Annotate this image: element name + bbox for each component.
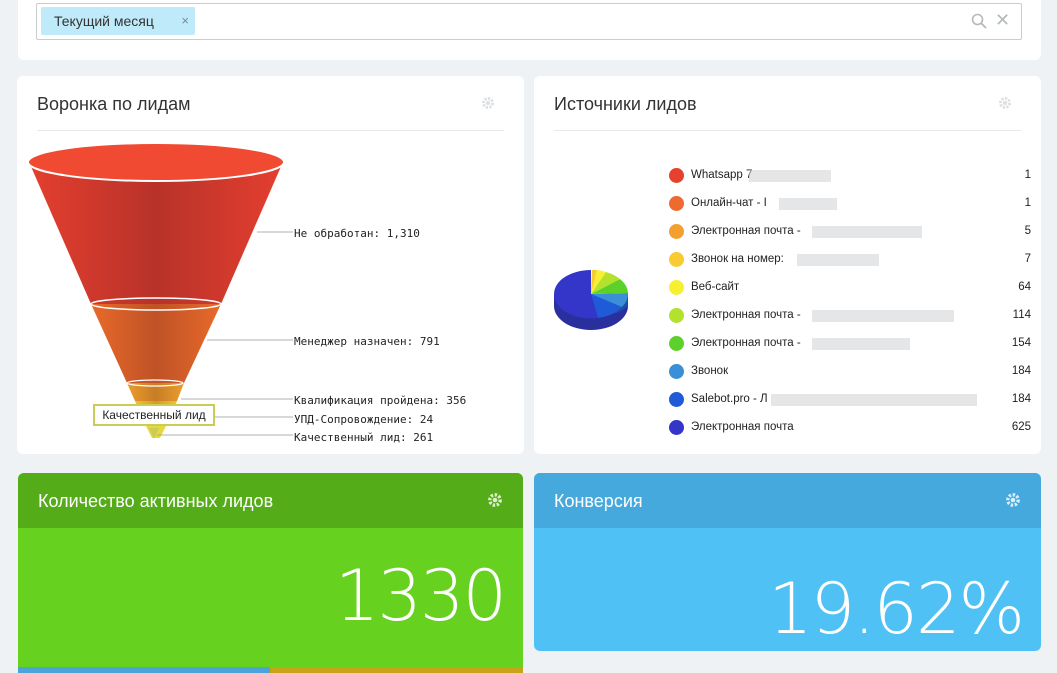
filter-input[interactable]: Текущий месяц × ✕: [36, 3, 1022, 40]
legend-item[interactable]: Электронная почта 625: [669, 418, 1031, 438]
funnel-tooltip: Качественный лид: [93, 404, 215, 426]
funnel-label-2: Менеджер назначен: 791: [294, 335, 440, 348]
legend-item[interactable]: Электронная почта - 114: [669, 306, 1031, 326]
legend-value: 1: [1024, 197, 1031, 209]
funnel-label-4: УПД-Сопровождение: 24: [294, 413, 434, 426]
filter-card: Текущий месяц × ✕: [18, 0, 1041, 60]
conversion-header: Конверсия: [534, 473, 1041, 528]
funnel-top-ellipse: [27, 142, 285, 182]
legend-label: Whatsapp 7: [691, 169, 753, 181]
clear-icon[interactable]: ✕: [995, 11, 1010, 29]
bottom-strip: [18, 667, 270, 673]
active-leads-value: 1330: [334, 555, 507, 637]
chip-remove-icon[interactable]: ×: [181, 7, 189, 35]
legend-item[interactable]: Электронная почта - 154: [669, 334, 1031, 354]
legend-value: 114: [1012, 309, 1031, 321]
legend-dot: [669, 280, 684, 295]
funnel-label-5: Качественный лид: 261: [294, 431, 434, 444]
legend-value: 5: [1024, 225, 1031, 237]
legend-item[interactable]: Звонок на номер: 7: [669, 250, 1031, 270]
legend-dot: [669, 420, 684, 435]
conversion-title: Конверсия: [554, 491, 643, 511]
active-leads-widget: Количество активных лидов 1330: [18, 473, 523, 673]
conversion-widget: Конверсия 19.62%: [534, 473, 1041, 651]
legend-label: Звонок: [691, 365, 729, 377]
gear-icon[interactable]: [1005, 492, 1021, 508]
legend-dot: [669, 392, 684, 407]
conversion-value: 19.62%: [768, 568, 1025, 650]
pie-chart: [553, 269, 629, 330]
legend-value: 154: [1011, 337, 1031, 349]
legend-dot: [669, 364, 684, 379]
legend-label: Salebot.pro - Л: [691, 393, 768, 405]
legend-dot: [669, 224, 684, 239]
funnel-label-3: Квалификация пройдена: 356: [294, 394, 467, 407]
redacted-text: [797, 254, 879, 266]
redacted-text: [812, 310, 954, 322]
legend-dot: [669, 308, 684, 323]
legend-label: Электронная почта -: [691, 309, 801, 321]
filter-chip-label: Текущий месяц: [54, 13, 154, 29]
legend-item[interactable]: Электронная почта - 5: [669, 222, 1031, 242]
legend-label: Электронная почта -: [691, 225, 801, 237]
search-icon[interactable]: [971, 13, 987, 29]
legend-value: 625: [1011, 421, 1031, 433]
bottom-strip: [270, 667, 523, 673]
legend-value: 184: [1011, 365, 1031, 377]
active-leads-header: Количество активных лидов: [18, 473, 523, 528]
sources-divider: [554, 130, 1021, 131]
filter-chip[interactable]: Текущий месяц ×: [41, 7, 195, 35]
gear-icon[interactable]: [998, 96, 1012, 110]
redacted-text: [812, 338, 910, 350]
gear-icon[interactable]: [487, 492, 503, 508]
sources-widget: Источники лидов Whatsapp 7 1 Онлайн-чат …: [534, 76, 1041, 454]
legend-label: Электронная почта -: [691, 337, 801, 349]
legend-item[interactable]: Веб-сайт 64: [669, 278, 1031, 298]
legend-value: 184: [1011, 393, 1031, 405]
legend-label: Онлайн-чат - I: [691, 197, 767, 209]
sources-title: Источники лидов: [554, 94, 697, 114]
legend-item[interactable]: Онлайн-чат - I 1: [669, 194, 1031, 214]
legend-label: Звонок на номер:: [691, 253, 784, 265]
legend-dot: [669, 336, 684, 351]
legend-dot: [669, 168, 684, 183]
legend-label: Веб-сайт: [691, 281, 740, 293]
legend-item[interactable]: Salebot.pro - Л 184: [669, 390, 1031, 410]
redacted-text: [749, 170, 831, 182]
legend-label: Электронная почта: [691, 421, 794, 433]
funnel-segment-1: [29, 162, 283, 304]
legend-dot: [669, 252, 684, 267]
legend-value: 64: [1018, 281, 1031, 293]
funnel-segment-2: [91, 304, 221, 383]
redacted-text: [779, 198, 837, 210]
legend-item[interactable]: Звонок 184: [669, 362, 1031, 382]
active-leads-title: Количество активных лидов: [38, 491, 274, 511]
redacted-text: [812, 226, 922, 238]
legend-item[interactable]: Whatsapp 7 1: [669, 166, 1031, 186]
funnel-widget: Воронка по лидам Не обработан: 1,310 Мен…: [17, 76, 524, 454]
legend-dot: [669, 196, 684, 211]
legend-value: 7: [1024, 253, 1031, 265]
legend-value: 1: [1024, 169, 1031, 181]
funnel-label-1: Не обработан: 1,310: [294, 227, 420, 240]
redacted-text: [771, 394, 977, 406]
